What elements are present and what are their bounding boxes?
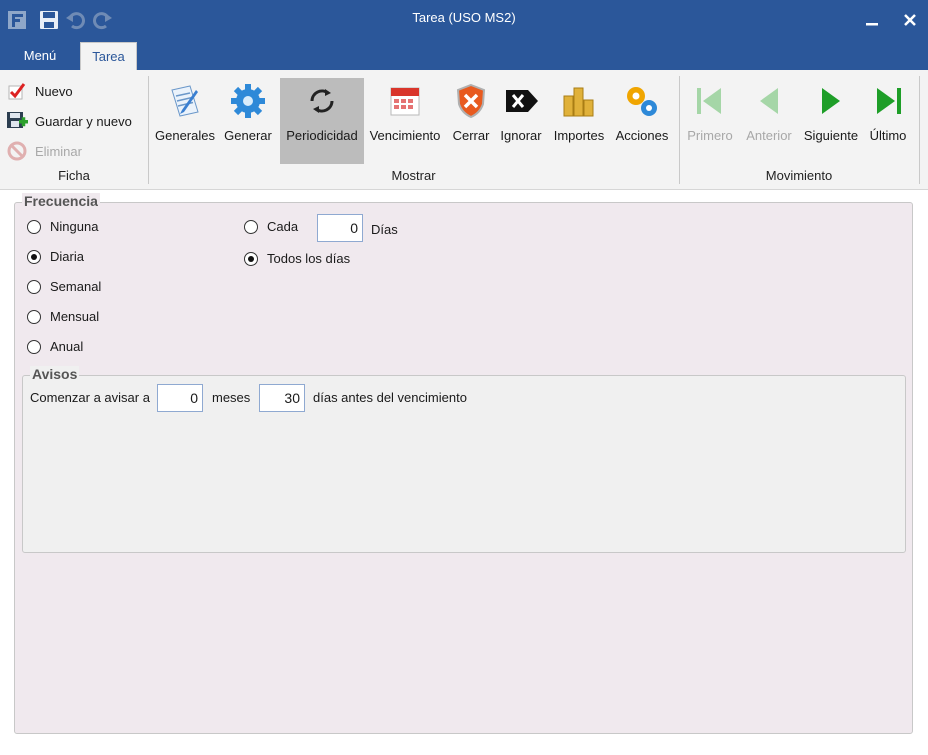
- radio-label: Cada: [267, 219, 299, 234]
- guardar-y-nuevo-button[interactable]: Guardar y nuevo: [6, 109, 132, 133]
- dias-input[interactable]: 30: [259, 384, 305, 412]
- next-icon: [822, 88, 840, 114]
- gear-icon: [231, 84, 265, 118]
- radio-ninguna[interactable]: Ninguna: [27, 219, 98, 234]
- cerrar-button[interactable]: Cerrar: [449, 78, 493, 164]
- periodicidad-label: Periodicidad: [286, 128, 358, 143]
- last-icon: [877, 88, 901, 114]
- tab-tarea[interactable]: Tarea: [80, 42, 137, 70]
- anterior-button[interactable]: Anterior: [741, 78, 797, 164]
- acciones-label: Acciones: [615, 128, 669, 143]
- ignorar-label: Ignorar: [500, 128, 542, 143]
- ignorar-button[interactable]: Ignorar: [496, 78, 546, 164]
- nuevo-button[interactable]: Nuevo: [6, 79, 73, 103]
- nuevo-label: Nuevo: [35, 83, 73, 99]
- radio-circle: [27, 339, 41, 354]
- frecuencia-group: Frecuencia Ninguna Diaria Semanal Mensua…: [14, 193, 913, 734]
- shield-close-icon: [456, 83, 486, 119]
- dias-label: Días: [371, 222, 398, 237]
- previous-icon: [760, 88, 778, 114]
- avisos-group: Avisos Comenzar a avisar a 0 meses 30 dí…: [22, 366, 906, 553]
- siguiente-label: Siguiente: [803, 128, 859, 143]
- delete-icon: [7, 141, 27, 161]
- comenzar-label: Comenzar a avisar a: [30, 390, 150, 405]
- radio-semanal[interactable]: Semanal: [27, 279, 101, 294]
- ultimo-button[interactable]: Último: [864, 78, 912, 164]
- gears-icon: [627, 87, 657, 116]
- primero-button[interactable]: Primero: [684, 78, 736, 164]
- content-area: Frecuencia Ninguna Diaria Semanal Mensua…: [0, 191, 928, 755]
- radio-circle-checked: [27, 249, 41, 264]
- avisos-title: Avisos: [30, 366, 80, 382]
- refresh-icon: [310, 89, 334, 113]
- ribbon: Nuevo Guardar y nuevo Eliminar Ficha Gen…: [0, 70, 928, 190]
- importes-label: Importes: [553, 128, 605, 143]
- generales-button[interactable]: Generales: [152, 78, 218, 164]
- primero-label: Primero: [687, 128, 733, 143]
- radio-label: Mensual: [50, 309, 100, 324]
- ignore-icon: [506, 90, 538, 112]
- radio-circle-checked: [244, 251, 258, 266]
- generales-label: Generales: [155, 128, 215, 143]
- group-mostrar: Generales Generar Periodicidad Vencimien…: [149, 70, 678, 190]
- close-icon[interactable]: [898, 8, 922, 32]
- title-bar: Tarea (USO MS2): [0, 0, 928, 40]
- anterior-label: Anterior: [746, 128, 792, 143]
- ribbon-tabs: Menú Tarea: [0, 40, 928, 70]
- importes-button[interactable]: Importes: [549, 78, 609, 164]
- vencimiento-button[interactable]: Vencimiento: [365, 78, 445, 164]
- document-edit-icon: [171, 85, 199, 117]
- guardar-y-nuevo-label: Guardar y nuevo: [35, 113, 132, 129]
- radio-cada[interactable]: Cada: [244, 219, 298, 234]
- radio-diaria[interactable]: Diaria: [27, 249, 84, 264]
- meses-input[interactable]: 0: [157, 384, 203, 412]
- dias-antes-label: días antes del vencimiento: [313, 390, 467, 405]
- radio-mensual[interactable]: Mensual: [27, 309, 99, 324]
- radio-circle: [27, 219, 41, 234]
- check-icon: [8, 83, 26, 100]
- eliminar-button[interactable]: Eliminar: [6, 139, 82, 163]
- group-movimiento: Primero Anterior Siguiente Último Movimi…: [680, 70, 918, 190]
- acciones-button[interactable]: Acciones: [612, 78, 672, 164]
- periodicidad-button[interactable]: Periodicidad: [280, 78, 364, 164]
- window-title: Tarea (USO MS2): [412, 10, 516, 25]
- cada-dias-input[interactable]: 0: [317, 214, 363, 242]
- first-icon: [697, 88, 721, 114]
- radio-circle: [27, 309, 41, 324]
- group-label-mostrar: Mostrar: [391, 168, 436, 183]
- siguiente-button[interactable]: Siguiente: [800, 78, 862, 164]
- ribbon-separator: [919, 76, 920, 184]
- group-ficha: Nuevo Guardar y nuevo Eliminar Ficha: [0, 70, 148, 190]
- radio-label: Semanal: [50, 279, 102, 294]
- cerrar-label: Cerrar: [452, 128, 490, 143]
- group-label-ficha: Ficha: [58, 168, 90, 183]
- minimize-icon[interactable]: [860, 8, 884, 32]
- radio-todos-los-dias[interactable]: Todos los días: [244, 251, 350, 266]
- group-label-movimiento: Movimiento: [765, 168, 833, 183]
- radio-label: Todos los días: [267, 251, 351, 266]
- generar-button[interactable]: Generar: [222, 78, 274, 164]
- save-add-icon: [7, 112, 28, 128]
- generar-label: Generar: [224, 128, 272, 143]
- radio-circle: [244, 219, 258, 234]
- ultimo-label: Último: [869, 128, 907, 143]
- coins-icon: [563, 87, 594, 117]
- frecuencia-title: Frecuencia: [22, 193, 100, 209]
- radio-circle: [27, 279, 41, 294]
- meses-label: meses: [212, 390, 251, 405]
- eliminar-label: Eliminar: [35, 143, 82, 159]
- vencimiento-label: Vencimiento: [369, 128, 441, 143]
- tab-menu[interactable]: Menú: [8, 42, 72, 70]
- radio-label: Anual: [50, 339, 84, 354]
- calendar-icon: [390, 87, 420, 116]
- radio-label: Diaria: [50, 249, 84, 264]
- radio-label: Ninguna: [50, 219, 99, 234]
- radio-anual[interactable]: Anual: [27, 339, 83, 354]
